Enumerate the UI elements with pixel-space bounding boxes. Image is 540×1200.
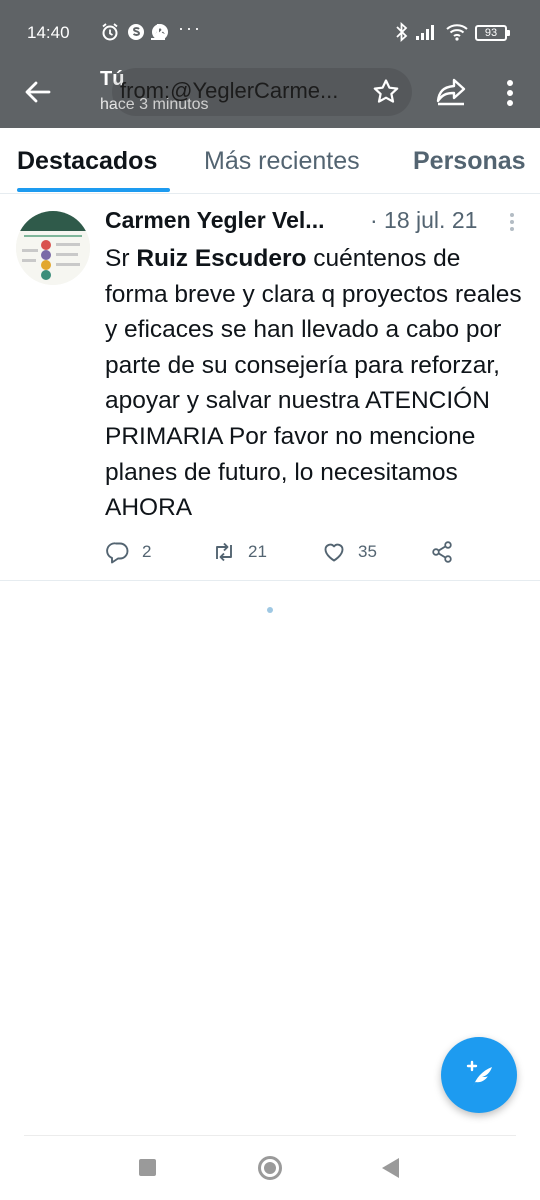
download-arrow-down-icon xyxy=(148,21,168,43)
nav-divider xyxy=(24,1135,516,1136)
system-back-button[interactable] xyxy=(382,1158,399,1178)
search-tabs: Destacados Más recientes Personas xyxy=(0,128,540,194)
tab-destacados[interactable]: Destacados xyxy=(17,147,157,176)
reply-icon xyxy=(106,542,129,564)
search-query[interactable]: from:@YeglerCarme... xyxy=(120,78,372,104)
back-arrow-icon[interactable] xyxy=(22,76,54,108)
wifi-icon xyxy=(445,21,469,43)
recent-apps-button[interactable] xyxy=(139,1159,156,1176)
app-header: 14:40 ··· 93 Tú hace 3 minutos from:@Yeg… xyxy=(0,0,540,128)
retweet-icon xyxy=(216,542,232,562)
tweet-text-body: cuéntenos de forma breve y clara q proye… xyxy=(105,245,522,522)
tweet-date[interactable]: · 18 jul. 21 xyxy=(370,207,477,234)
retweet-button[interactable]: 21 xyxy=(212,539,267,565)
tweet-text-lead: Sr xyxy=(105,245,137,272)
avatar[interactable] xyxy=(16,211,90,285)
tab-personas[interactable]: Personas xyxy=(413,147,526,176)
status-time: 14:40 xyxy=(27,23,70,42)
share-icon[interactable] xyxy=(434,76,468,108)
tab-mas-recientes[interactable]: Más recientes xyxy=(204,147,360,176)
compose-tweet-button[interactable] xyxy=(441,1037,517,1113)
star-icon[interactable] xyxy=(371,77,401,107)
share-nodes-icon xyxy=(432,541,452,563)
share-tweet-button[interactable] xyxy=(430,539,454,565)
like-count: 35 xyxy=(358,542,377,561)
active-tab-indicator xyxy=(17,188,170,192)
tweet-author[interactable]: Carmen Yegler Vel... xyxy=(105,207,324,234)
more-vertical-icon[interactable] xyxy=(500,78,520,108)
status-bar: 14:40 ··· 93 xyxy=(0,0,540,62)
battery-indicator: 93 xyxy=(475,25,510,41)
tweet-card[interactable]: Carmen Yegler Vel... · 18 jul. 21 Sr Rui… xyxy=(0,195,540,581)
loading-indicator xyxy=(267,607,273,613)
retweet-count: 21 xyxy=(248,542,267,561)
reply-button[interactable]: 2 xyxy=(106,539,151,565)
app-s-icon xyxy=(126,21,146,43)
alarm-icon xyxy=(100,21,120,43)
status-more-dots: ··· xyxy=(178,18,202,38)
like-icon xyxy=(324,543,344,562)
like-button[interactable]: 35 xyxy=(322,539,377,565)
reply-count: 2 xyxy=(142,542,152,561)
home-button[interactable] xyxy=(258,1156,282,1180)
compose-icon xyxy=(466,1060,492,1087)
bluetooth-icon xyxy=(392,21,412,43)
tweet-text: Sr Ruiz Escudero cuéntenos de forma brev… xyxy=(105,241,525,526)
signal-icon xyxy=(414,21,438,43)
search-toolbar: Tú hace 3 minutos from:@YeglerCarme... xyxy=(0,62,540,128)
tweet-mention[interactable]: Ruiz Escudero xyxy=(136,245,306,272)
tweet-more-icon[interactable] xyxy=(506,211,518,233)
